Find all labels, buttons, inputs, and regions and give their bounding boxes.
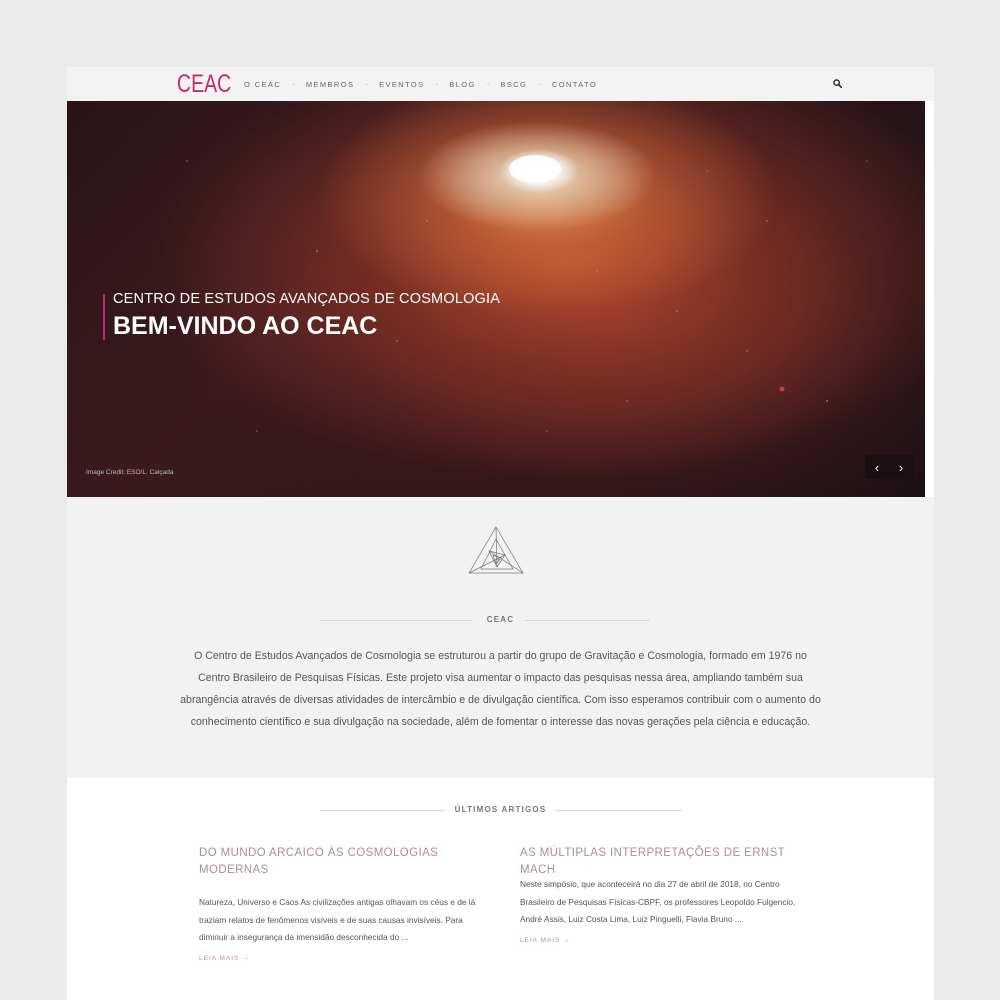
menu-item-o-ceac[interactable]: O CEAC <box>244 80 281 89</box>
menu-item-membros[interactable]: MEMBROS <box>306 80 355 89</box>
site-logo[interactable]: CEAC <box>177 70 231 98</box>
menu-separator: · <box>435 79 439 89</box>
hero-subtitle: CENTRO DE ESTUDOS AVANÇADOS DE COSMOLOGI… <box>113 291 501 307</box>
menu-separator: · <box>538 79 541 89</box>
triangle-spiral-logo-icon <box>468 526 524 574</box>
main-menu: O CEAC · MEMBROS · EVENTOS · BLOG · BSCG… <box>244 67 597 101</box>
article-title[interactable]: DO MUNDO ARCAICO ÀS COSMOLOGIAS MODERNAS <box>199 845 489 891</box>
menu-item-blog[interactable]: BLOG <box>449 80 475 89</box>
read-more-link[interactable]: LEIA MAIS → <box>520 937 571 944</box>
article-excerpt: Neste simpósio, que aconteceirá no dia 2… <box>520 879 796 924</box>
search-icon[interactable] <box>833 79 842 88</box>
article-excerpt: Natureza, Universo e Caos As civilizaçõe… <box>199 897 476 942</box>
about-heading-row: CEAC <box>67 613 934 627</box>
about-heading: CEAC <box>486 615 515 624</box>
menu-item-bscg[interactable]: BSCG <box>500 80 527 89</box>
menu-separator: · <box>486 79 490 89</box>
articles-heading-row: ÚLTIMOS ARTIGOS <box>67 803 934 817</box>
read-more-link[interactable]: LEIA MAIS → <box>199 955 250 962</box>
menu-item-eventos[interactable]: EVENTOS <box>379 80 425 89</box>
slider-prev-button[interactable]: ‹ <box>865 455 889 479</box>
hero-title: BEM-VINDO AO CEAC <box>113 312 378 340</box>
about-text: O Centro de Estudos Avançados de Cosmolo… <box>180 650 821 728</box>
article-card: AS MÚLTIPLAS INTERPRETAÇÕES DE ERNST MAC… <box>520 845 810 947</box>
slider-next-button[interactable]: › <box>889 455 913 479</box>
article-card: DO MUNDO ARCAICO ÀS COSMOLOGIAS MODERNAS… <box>199 845 489 965</box>
menu-separator: · <box>365 79 369 89</box>
hero-slider: CENTRO DE ESTUDOS AVANÇADOS DE COSMOLOGI… <box>67 101 925 497</box>
image-credit: Image Credit: ESO/L. Calçada <box>86 469 174 476</box>
page-frame: CEAC O CEAC · MEMBROS · EVENTOS · BLOG ·… <box>67 67 934 1000</box>
articles-heading: ÚLTIMOS ARTIGOS <box>454 805 547 814</box>
latest-articles-section: ÚLTIMOS ARTIGOS DO MUNDO ARCAICO ÀS COSM… <box>67 778 934 1000</box>
navbar: CEAC O CEAC · MEMBROS · EVENTOS · BLOG ·… <box>67 67 934 101</box>
hero-accent-bar <box>103 294 105 340</box>
about-section: CEAC O Centro de Estudos Avançados de Co… <box>67 497 934 778</box>
menu-item-contato[interactable]: CONTATO <box>552 80 597 89</box>
slider-controls: ‹ › <box>865 455 913 479</box>
menu-separator: · <box>292 79 295 89</box>
article-title[interactable]: AS MÚLTIPLAS INTERPRETAÇÕES DE ERNST MAC… <box>520 845 810 876</box>
